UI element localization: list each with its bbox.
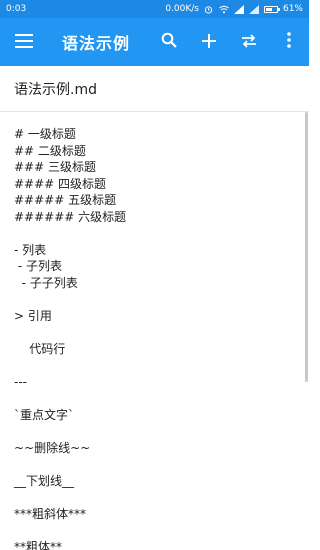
- editor-line-h6: ###### 六级标题: [14, 209, 127, 224]
- alarm-icon: [204, 4, 214, 14]
- editor-blank: [14, 390, 295, 407]
- editor-line-inline-code: `重点文字`: [14, 407, 75, 422]
- editor-content[interactable]: # 一级标题 ## 二级标题 ### 三级标题 #### 四级标题 ##### …: [0, 112, 309, 550]
- editor-line-h1: # 一级标题: [14, 127, 76, 141]
- wifi-icon: [219, 4, 229, 14]
- page-title: 语法示例: [62, 34, 131, 53]
- editor-line-h5: ##### 五级标题: [14, 193, 117, 207]
- editor-line-list: - 列表: [14, 242, 47, 257]
- editor-line-subsublist: - 子子列表: [14, 275, 78, 290]
- editor-line-code: 代码行: [14, 341, 66, 356]
- editor-blank: [14, 291, 295, 308]
- editor-line-h4: #### 四级标题: [14, 176, 107, 191]
- editor-line-h2: ## 二级标题: [14, 143, 86, 158]
- app-bar: 语法示例: [0, 18, 309, 66]
- search-button[interactable]: [149, 18, 189, 66]
- swap-button[interactable]: [229, 18, 269, 66]
- net-speed: 0.00K/s: [165, 4, 199, 14]
- editor-line-strike: ~~删除线~~: [14, 440, 91, 455]
- editor-blank: [14, 489, 295, 506]
- battery-icon: [263, 5, 280, 13]
- menu-icon: [15, 33, 33, 52]
- file-name: 语法示例.md: [14, 81, 97, 98]
- editor-line-bold-italic: ***粗斜体***: [14, 506, 87, 521]
- menu-button[interactable]: [0, 18, 48, 66]
- status-time: 0:03: [6, 4, 27, 14]
- editor-line-underline: __下划线__: [14, 473, 75, 488]
- editor-line-bold: **粗体**: [14, 539, 63, 550]
- more-vert-icon: [287, 32, 291, 52]
- editor-line-h3: ### 三级标题: [14, 160, 96, 174]
- editor-blank: [14, 456, 295, 473]
- editor-line-quote: > 引用: [14, 308, 52, 323]
- file-name-header: 语法示例.md: [0, 66, 309, 112]
- add-icon: [202, 33, 216, 52]
- editor-line-sublist: - 子列表: [14, 259, 62, 273]
- signal-icon: [233, 4, 244, 14]
- editor-blank: [14, 225, 295, 242]
- more-button[interactable]: [269, 18, 309, 66]
- add-button[interactable]: [189, 18, 229, 66]
- editor-blank: [14, 522, 295, 539]
- scrollbar[interactable]: [305, 112, 308, 382]
- signal-2-icon: [248, 4, 259, 14]
- swap-icon: [241, 33, 257, 52]
- editor-blank: [14, 324, 295, 341]
- battery-percent: 61%: [282, 4, 303, 14]
- editor-blank: [14, 423, 295, 440]
- editor-blank: [14, 357, 295, 374]
- editor-line-hr: ---: [14, 374, 27, 389]
- status-right: 0.00K/s 61%: [165, 4, 303, 14]
- search-icon: [161, 32, 177, 52]
- status-bar: 0:03 0.00K/s 61%: [0, 0, 309, 18]
